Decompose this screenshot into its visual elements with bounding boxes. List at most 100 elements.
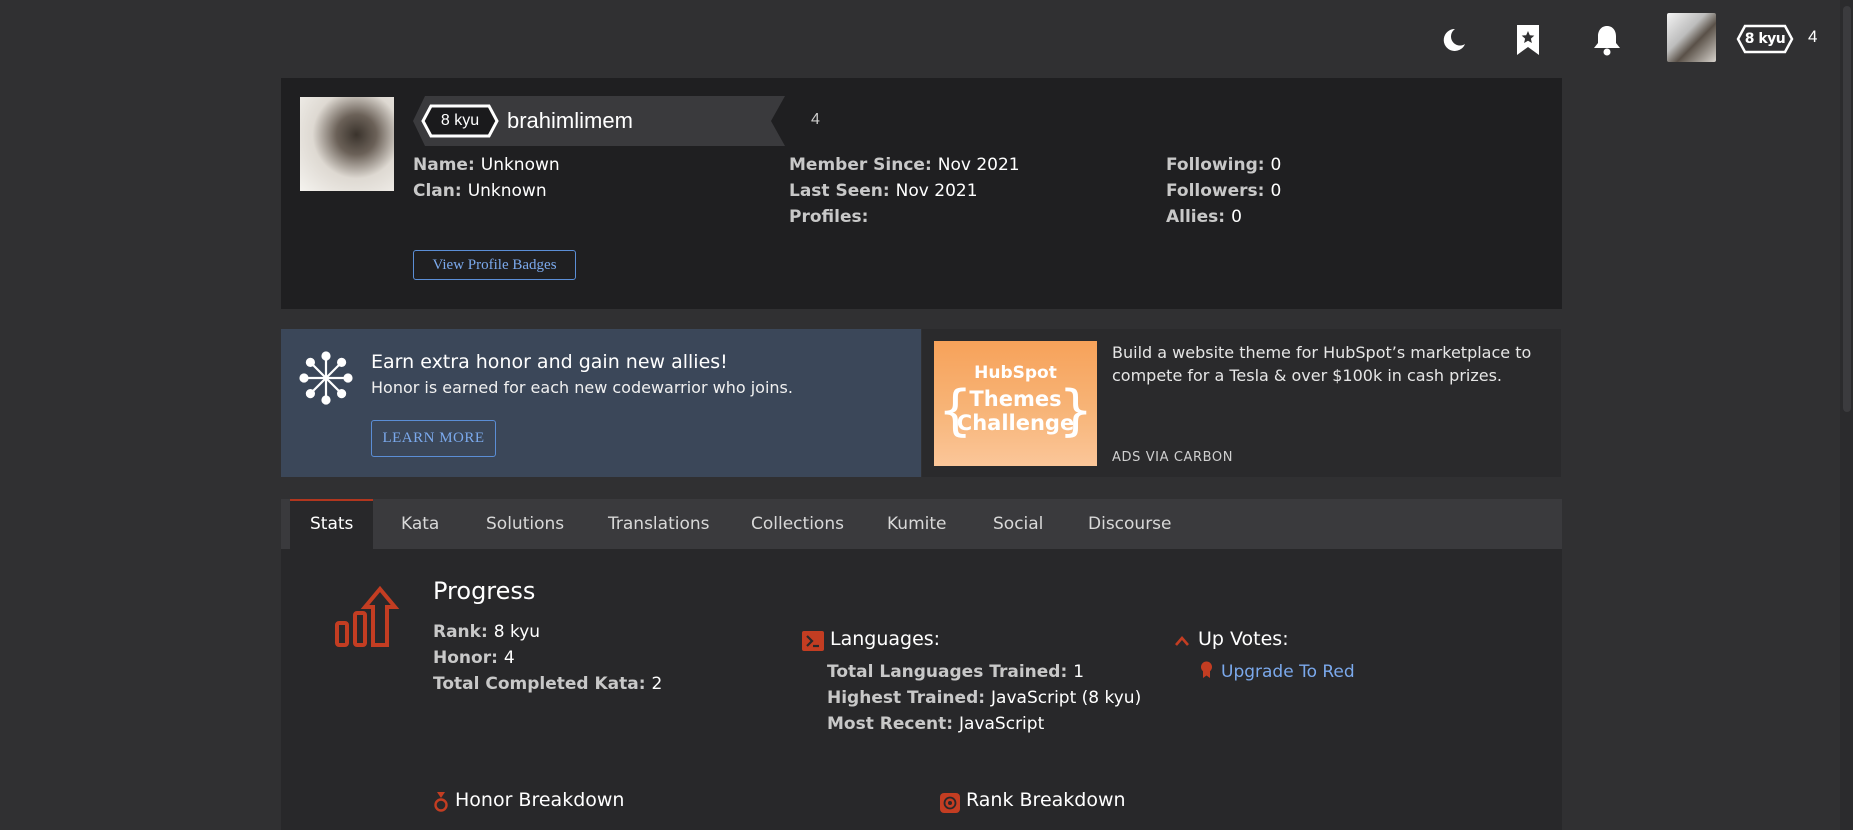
clan-value: Unknown bbox=[467, 181, 547, 201]
tab-collections[interactable]: Collections bbox=[751, 499, 844, 549]
username: brahimlimem bbox=[507, 108, 633, 133]
upvotes-title: Up Votes: bbox=[1198, 628, 1289, 650]
tab-kumite[interactable]: Kumite bbox=[887, 499, 946, 549]
page-scrollbar[interactable] bbox=[1840, 0, 1853, 830]
bell-icon[interactable] bbox=[1587, 20, 1627, 60]
profile-rank-badge: 8 kyu bbox=[421, 104, 499, 138]
profile-card: 8 kyu brahimlimem 4 Name: Unknown Clan: Un… bbox=[281, 78, 1562, 309]
nav-rank-text: 8 kyu bbox=[1744, 31, 1786, 47]
ad-image-title: Themes Challenge bbox=[934, 387, 1097, 435]
completed-kata-value: 2 bbox=[651, 674, 663, 694]
most-recent-label: Most Recent: bbox=[827, 714, 954, 734]
info-row-name: Name: Unknown bbox=[413, 152, 560, 178]
carbon-ad[interactable]: { } HubSpot Themes Challenge Build a web… bbox=[922, 329, 1561, 477]
tab-social[interactable]: Social bbox=[993, 499, 1043, 549]
learn-more-button[interactable]: LEARN MORE bbox=[371, 420, 496, 457]
languages-trained-label: Total Languages Trained: bbox=[827, 662, 1068, 682]
chevron-up-icon bbox=[1175, 636, 1189, 646]
followers-label: Followers: bbox=[1166, 181, 1265, 201]
info-row-member-since: Member Since: Nov 2021 bbox=[789, 152, 1020, 178]
languages-trained-value: 1 bbox=[1073, 662, 1085, 682]
last-seen-value: Nov 2021 bbox=[895, 181, 978, 201]
most-recent-value: JavaScript bbox=[959, 714, 1045, 734]
info-row-clan: Clan: Unknown bbox=[413, 178, 560, 204]
most-recent-row: Most Recent: JavaScript bbox=[827, 711, 1141, 737]
ribbon-icon bbox=[1201, 661, 1212, 678]
profile-picture bbox=[300, 97, 394, 191]
info-row-last-seen: Last Seen: Nov 2021 bbox=[789, 178, 1020, 204]
profile-tabs: Stats Kata Solutions Translations Collec… bbox=[281, 499, 1562, 549]
ad-image-title-line-2: Challenge bbox=[956, 411, 1075, 435]
profile-rank-text: 8 kyu bbox=[440, 112, 480, 129]
honor-value: 4 bbox=[503, 648, 515, 668]
languages-trained-row: Total Languages Trained: 1 bbox=[827, 659, 1141, 685]
progress-honor-row: Honor: 4 bbox=[433, 645, 662, 671]
name-value: Unknown bbox=[480, 155, 560, 175]
promo-title: Earn extra honor and gain new allies! bbox=[371, 351, 728, 373]
highest-trained-row: Highest Trained: JavaScript (8 kyu) bbox=[827, 685, 1141, 711]
nav-rank-badge: 8 kyu bbox=[1736, 24, 1794, 54]
profiles-label: Profiles: bbox=[789, 207, 869, 227]
progress-details: Rank: 8 kyu Honor: 4 Total Completed Kata:… bbox=[433, 619, 662, 697]
ad-image-title-line-1: Themes bbox=[969, 387, 1062, 411]
following-value: 0 bbox=[1270, 155, 1282, 175]
profile-info-col-3: Following: 0 Followers: 0 Allies: 0 bbox=[1166, 152, 1281, 230]
terminal-icon bbox=[802, 631, 824, 651]
moon-icon[interactable] bbox=[1433, 20, 1473, 60]
network-icon bbox=[299, 351, 353, 405]
avatar[interactable] bbox=[1667, 13, 1716, 62]
name-label: Name: bbox=[413, 155, 475, 175]
nav-honor: 4 bbox=[1808, 27, 1818, 46]
progress-icon bbox=[335, 585, 400, 647]
completed-kata-label: Total Completed Kata: bbox=[433, 674, 646, 694]
member-since-label: Member Since: bbox=[789, 155, 932, 175]
ad-image-brand: HubSpot bbox=[974, 363, 1057, 383]
medal-icon bbox=[434, 792, 448, 812]
member-since-value: Nov 2021 bbox=[937, 155, 1020, 175]
ads-via-carbon[interactable]: ADS VIA CARBON bbox=[1112, 450, 1233, 465]
ad-image[interactable]: { } HubSpot Themes Challenge bbox=[934, 341, 1097, 466]
followers-value: 0 bbox=[1270, 181, 1282, 201]
highest-trained-value: JavaScript (8 kyu) bbox=[991, 688, 1142, 708]
profile-info-col-1: Name: Unknown Clan: Unknown bbox=[413, 152, 560, 204]
tab-stats[interactable]: Stats bbox=[290, 499, 374, 549]
rank-label: Rank: bbox=[433, 622, 488, 642]
info-row-profiles: Profiles: bbox=[789, 204, 1020, 230]
tab-discourse[interactable]: Discourse bbox=[1088, 499, 1172, 549]
last-seen-label: Last Seen: bbox=[789, 181, 890, 201]
tab-solutions[interactable]: Solutions bbox=[486, 499, 564, 549]
progress-rank-row: Rank: 8 kyu bbox=[433, 619, 662, 645]
allies-value: 0 bbox=[1231, 207, 1242, 227]
rank-breakdown-title: Rank Breakdown bbox=[966, 789, 1126, 811]
info-row-following: Following: 0 bbox=[1166, 152, 1281, 178]
scrollbar-thumb[interactable] bbox=[1843, 6, 1851, 412]
info-row-followers: Followers: 0 bbox=[1166, 178, 1281, 204]
honor-label: Honor: bbox=[433, 648, 498, 668]
profile-honor: 4 bbox=[811, 111, 820, 128]
upgrade-row: Upgrade To Red bbox=[1221, 659, 1355, 685]
referral-promo: Earn extra honor and gain new allies! Ho… bbox=[281, 329, 921, 477]
allies-label: Allies: bbox=[1166, 207, 1226, 227]
tab-kata[interactable]: Kata bbox=[401, 499, 439, 549]
stats-panel: Progress Rank: 8 kyu Honor: 4 Total Comple… bbox=[281, 549, 1562, 830]
ad-text[interactable]: Build a website theme for HubSpot’s mark… bbox=[1112, 341, 1532, 387]
target-icon bbox=[940, 793, 960, 813]
username-ribbon: 8 kyu brahimlimem bbox=[413, 96, 785, 146]
tab-translations[interactable]: Translations bbox=[608, 499, 710, 549]
top-nav: 8 kyu 4 bbox=[0, 0, 1853, 78]
highest-trained-label: Highest Trained: bbox=[827, 688, 986, 708]
languages-details: Total Languages Trained: 1 Highest Traine… bbox=[827, 659, 1141, 737]
rank-value: 8 kyu bbox=[493, 622, 541, 642]
promo-subtitle: Honor is earned for each new codewarrior… bbox=[371, 378, 793, 397]
view-profile-badges-button[interactable]: View Profile Badges bbox=[413, 250, 576, 280]
progress-kata-row: Total Completed Kata: 2 bbox=[433, 671, 662, 697]
following-label: Following: bbox=[1166, 155, 1265, 175]
honor-breakdown-title: Honor Breakdown bbox=[455, 789, 625, 811]
progress-title: Progress bbox=[433, 577, 536, 605]
profile-info-col-2: Member Since: Nov 2021 Last Seen: Nov 2021… bbox=[789, 152, 1020, 230]
bookmark-icon[interactable] bbox=[1508, 20, 1548, 60]
languages-title: Languages: bbox=[830, 628, 941, 650]
upgrade-to-red-link[interactable]: Upgrade To Red bbox=[1221, 662, 1355, 682]
clan-label: Clan: bbox=[413, 181, 462, 201]
info-row-allies: Allies: 0 bbox=[1166, 204, 1281, 230]
